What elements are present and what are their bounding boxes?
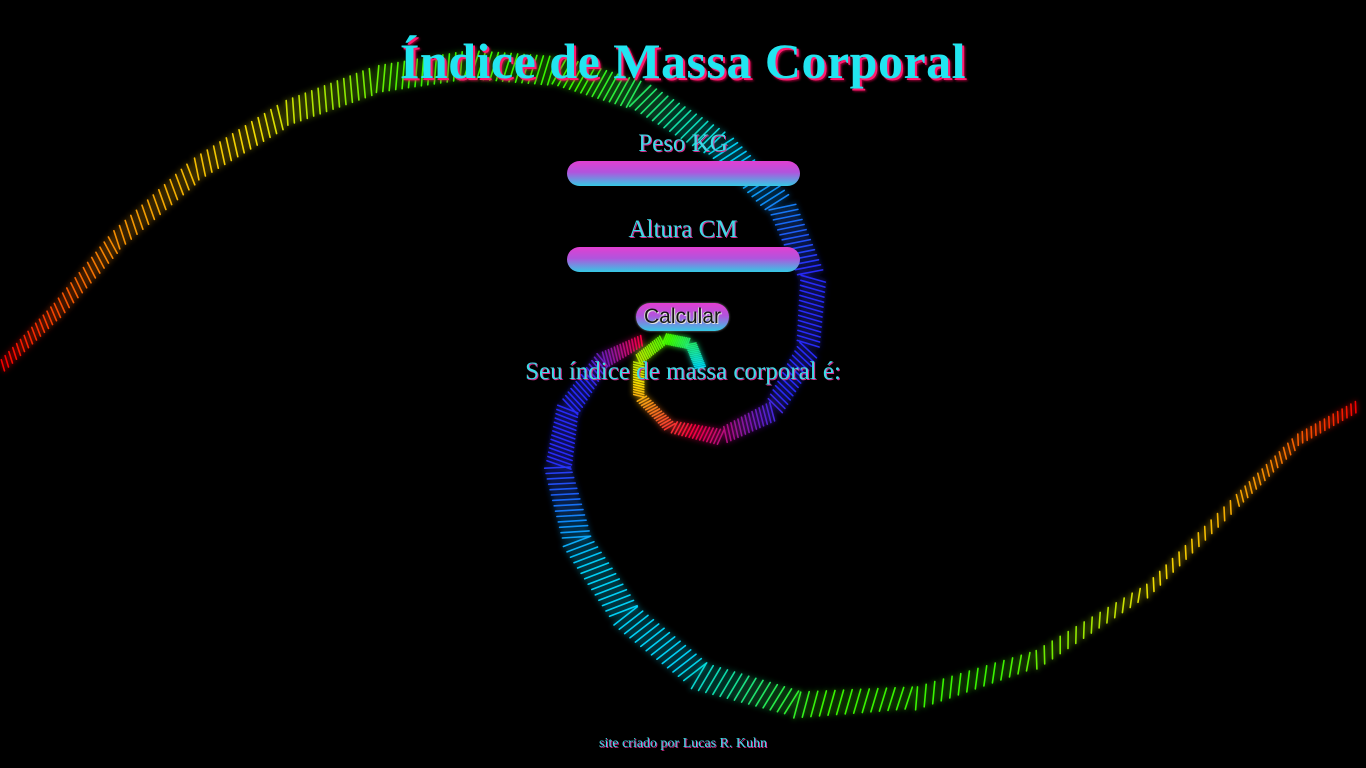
weight-input[interactable] xyxy=(567,161,800,186)
bmi-result-text: Seu índice de massa corporal é: xyxy=(525,358,841,385)
weight-label: Peso KG xyxy=(638,130,728,157)
page-title: Índice de Massa Corporal xyxy=(399,33,967,89)
calculate-button[interactable]: Calcular xyxy=(636,303,729,331)
height-label: Altura CM xyxy=(628,216,738,243)
height-input[interactable] xyxy=(567,247,800,272)
footer-credit: site criado por Lucas R. Kuhn xyxy=(599,736,767,751)
